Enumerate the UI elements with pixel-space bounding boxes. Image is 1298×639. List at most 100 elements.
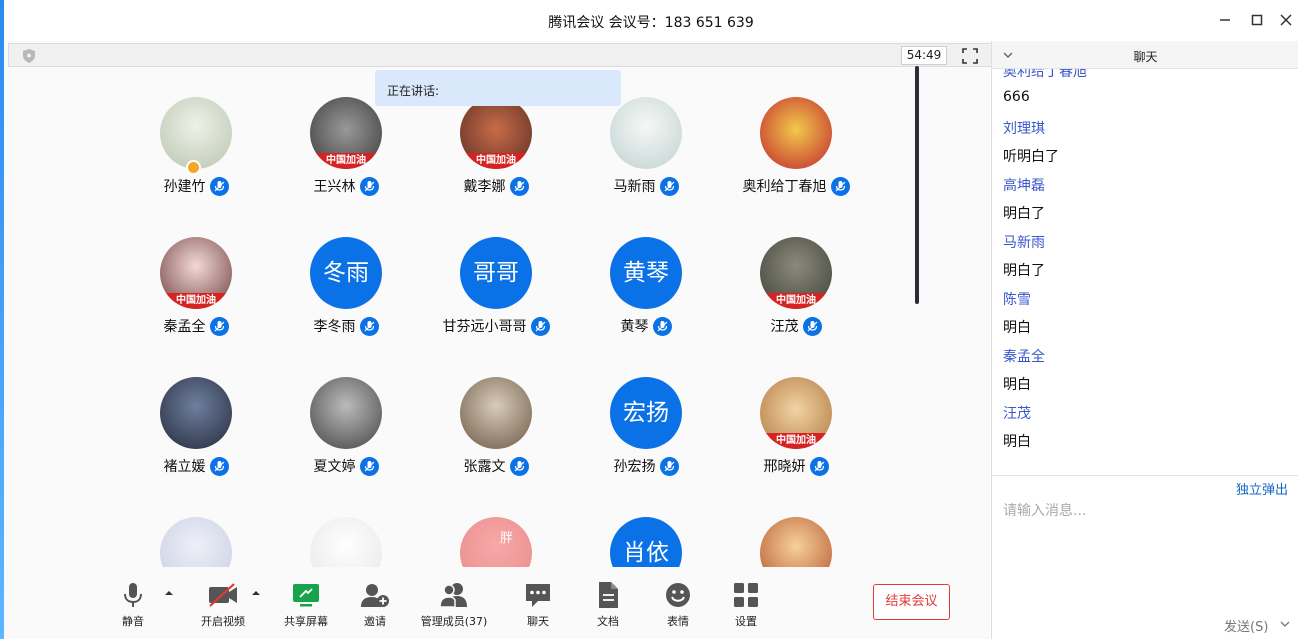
- maximize-icon[interactable]: [1246, 10, 1268, 32]
- chat-divider: [992, 475, 1298, 476]
- emoji-label: 表情: [667, 615, 689, 628]
- participant-tile[interactable]: 奥利给丁春旭: [721, 97, 871, 217]
- avatar: [760, 97, 832, 169]
- chat-sender: 陈雪: [1003, 292, 1031, 308]
- participant-tile[interactable]: [121, 517, 271, 567]
- participant-tile[interactable]: 中国加油 戴李娜: [421, 97, 571, 217]
- participant-name: 马新雨: [571, 176, 721, 197]
- participant-tile[interactable]: 张露文: [421, 377, 571, 497]
- avatar-banner: 中国加油: [310, 153, 382, 169]
- start-video-label: 开启视频: [201, 615, 245, 628]
- participant-name: 秦孟全: [121, 316, 271, 337]
- participant-tile[interactable]: [721, 517, 871, 567]
- participant-name: 甘芬远小哥哥: [421, 316, 571, 337]
- mute-label: 静音: [122, 615, 144, 628]
- documents-button[interactable]: 文档: [594, 581, 622, 631]
- chat-title: 聊天: [1133, 50, 1158, 64]
- participant-tile[interactable]: 肖依: [571, 517, 721, 567]
- participant-tile[interactable]: 褚立媛: [121, 377, 271, 497]
- settings-grid-icon: [734, 583, 758, 607]
- microphone-icon: [359, 316, 379, 336]
- status-strip: 54:49: [8, 43, 993, 67]
- start-video-button[interactable]: 开启视频: [194, 581, 252, 631]
- emoji-button[interactable]: 表情: [664, 581, 692, 631]
- chat-message-text: 听明白了: [1003, 149, 1059, 165]
- minimize-icon[interactable]: [1214, 10, 1236, 32]
- chat-sender: 高坤磊: [1003, 178, 1045, 194]
- participant-name-text: 李冬雨: [313, 319, 356, 335]
- participant-tile[interactable]: 胖: [421, 517, 571, 567]
- send-button[interactable]: 发送(S): [1224, 616, 1268, 635]
- speaking-indicator: 正在讲话:: [375, 70, 621, 106]
- participant-tile[interactable]: [271, 517, 421, 567]
- microphone-icon: [359, 176, 379, 196]
- participant-name: 孙建竹: [121, 176, 271, 197]
- chat-message-text: 明白了: [1003, 263, 1045, 279]
- add-user-icon: [361, 584, 389, 607]
- share-screen-button[interactable]: 共享屏幕: [280, 581, 332, 631]
- manage-members-button[interactable]: 管理成员(37): [418, 581, 490, 631]
- avatar-banner: 中国加油: [160, 293, 232, 309]
- participant-name-text: 甘芬远小哥哥: [442, 319, 527, 335]
- participant-name-text: 张露文: [463, 459, 506, 475]
- chat-message-list[interactable]: 奥利给丁春旭 666 刘理琪 听明白了 高坤磊 明白了 马新雨 明白了 陈雪 明白 秦孟全 明白 汪茂明…: [992, 69, 1298, 474]
- chat-message-text: 明白了: [1003, 206, 1045, 222]
- avatar: [610, 97, 682, 169]
- invite-label: 邀请: [364, 615, 386, 628]
- avatar: [160, 377, 232, 449]
- participant-name: 汪茂: [721, 316, 871, 337]
- title-bar: 腾讯会议 会议号：183 651 639: [4, 0, 1298, 41]
- share-screen-label: 共享屏幕: [284, 615, 328, 628]
- end-meeting-button[interactable]: 结束会议: [873, 584, 950, 620]
- participant-tile[interactable]: 夏文婷: [271, 377, 421, 497]
- video-options-caret-icon[interactable]: [251, 588, 261, 598]
- participant-name: 张露文: [421, 456, 571, 477]
- participant-name: 王兴林: [271, 176, 421, 197]
- chat-label: 聊天: [527, 615, 549, 628]
- participant-tile[interactable]: 中国加油 王兴林: [271, 97, 421, 217]
- participant-tile[interactable]: 宏扬 孙宏扬: [571, 377, 721, 497]
- fullscreen-icon[interactable]: [961, 47, 979, 65]
- shield-icon: [23, 49, 35, 63]
- avatar: 冬雨: [310, 237, 382, 309]
- microphone-icon: [509, 176, 529, 196]
- window-title: 腾讯会议 会议号：183 651 639: [548, 15, 754, 31]
- participant-tile[interactable]: 孙建竹: [121, 97, 271, 217]
- microphone-icon: [802, 316, 822, 336]
- participant-name: 褚立媛: [121, 456, 271, 477]
- avatar: 宏扬: [610, 377, 682, 449]
- avatar-banner: 中国加油: [760, 433, 832, 449]
- participant-name-text: 王兴林: [313, 179, 356, 195]
- microphone-icon: [209, 316, 229, 336]
- avatar: [760, 517, 832, 567]
- chat-message-text: 明白: [1003, 320, 1031, 336]
- participant-tile[interactable]: 冬雨 李冬雨: [271, 237, 421, 357]
- participant-name-text: 黄琴: [620, 319, 649, 335]
- participant-tile[interactable]: 中国加油 秦孟全: [121, 237, 271, 357]
- invite-button[interactable]: 邀请: [359, 581, 391, 631]
- microphone-icon: [809, 456, 829, 476]
- microphone-icon: [659, 456, 679, 476]
- participant-tile[interactable]: 马新雨: [571, 97, 721, 217]
- avatar: [310, 377, 382, 449]
- mute-options-caret-icon[interactable]: [164, 588, 174, 598]
- settings-button[interactable]: 设置: [732, 581, 760, 631]
- grid-scrollbar[interactable]: [915, 66, 919, 304]
- participant-tile[interactable]: 中国加油 邢晓妍: [721, 377, 871, 497]
- close-icon[interactable]: [1275, 10, 1297, 32]
- chat-message-text: 明白: [1003, 434, 1031, 450]
- mute-button[interactable]: 静音: [114, 581, 152, 631]
- chat-message-input[interactable]: 请输入消息...: [1003, 500, 1086, 520]
- chat-button[interactable]: 聊天: [524, 581, 552, 631]
- avatar-banner: 中国加油: [760, 293, 832, 309]
- send-options-chevron-icon[interactable]: [1280, 619, 1290, 629]
- meeting-timer: 54:49: [901, 46, 947, 65]
- chat-sender: 马新雨: [1003, 235, 1045, 251]
- avatar: 哥哥: [460, 237, 532, 309]
- popout-chat-link[interactable]: 独立弹出: [1236, 479, 1288, 498]
- participant-tile[interactable]: 中国加油 汪茂: [721, 237, 871, 357]
- avatar-overlay-text: 胖: [500, 531, 514, 546]
- microphone-icon: [509, 456, 529, 476]
- participant-tile[interactable]: 哥哥甘芬远小哥哥: [421, 237, 571, 357]
- participant-tile[interactable]: 黄琴 黄琴: [571, 237, 721, 357]
